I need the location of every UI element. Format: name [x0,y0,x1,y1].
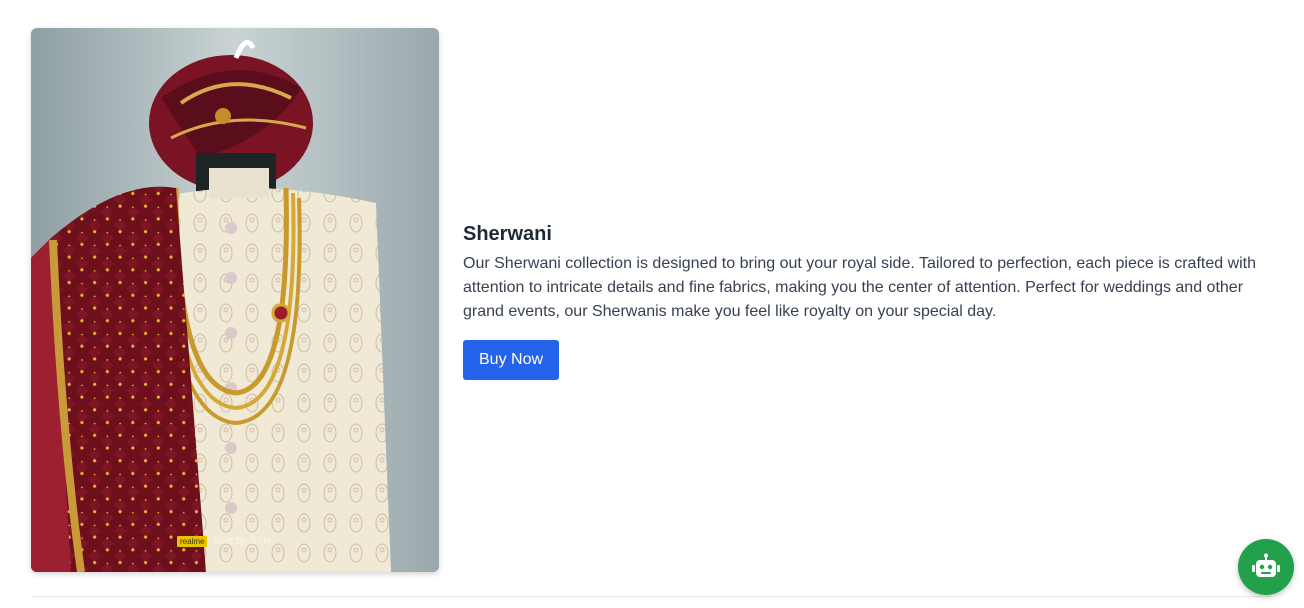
watermark-brand: realme [177,536,208,547]
page: realme Shot by GTM Sherwani Our Sherwani… [0,0,1304,608]
watermark-text: Shot by GTM [212,536,272,547]
robot-icon [1252,553,1280,577]
product-card: realme Shot by GTM Sherwani Our Sherwani… [31,28,1271,572]
photo-watermark: realme Shot by GTM [177,536,271,547]
product-info: Sherwani Our Sherwani collection is desi… [463,220,1263,380]
divider [31,596,1271,597]
buy-now-button[interactable]: Buy Now [463,340,560,380]
chatbot-button[interactable] [1238,539,1294,595]
product-image: realme Shot by GTM [31,28,439,572]
product-description: Our Sherwani collection is designed to b… [463,255,1257,320]
sherwani-photo [31,28,439,572]
product-title: Sherwani [463,223,552,245]
